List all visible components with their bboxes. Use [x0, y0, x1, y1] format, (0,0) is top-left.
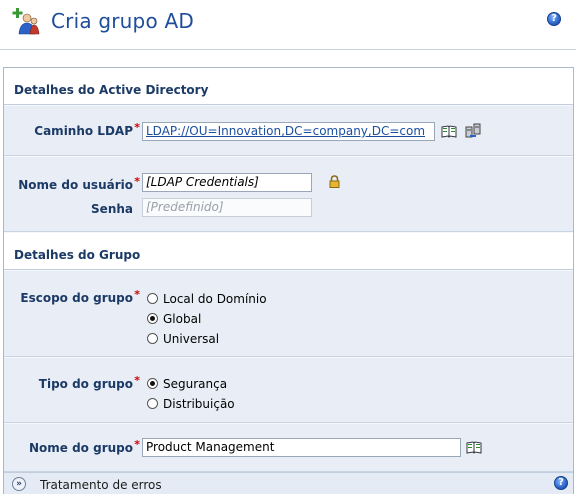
section-title: Detalhes do Grupo	[14, 248, 141, 262]
radio-button-checked[interactable]	[147, 378, 158, 389]
scope-option-universal[interactable]: Universal	[147, 331, 219, 347]
group-name-field[interactable]: Product Management	[142, 438, 461, 457]
page-title: Cria grupo AD	[51, 9, 194, 33]
radio-button[interactable]	[147, 293, 158, 304]
radio-button[interactable]	[147, 333, 158, 344]
help-icon[interactable]: ?	[547, 12, 561, 26]
group-add-icon	[12, 8, 40, 35]
server-icon[interactable]	[465, 123, 481, 138]
book-icon[interactable]	[441, 125, 457, 138]
lock-icon[interactable]	[329, 175, 340, 188]
password-field[interactable]: [Predefinido]	[142, 198, 312, 217]
book-icon[interactable]	[466, 441, 482, 454]
username-label: Nome do usuário *	[18, 175, 140, 192]
error-handling-label[interactable]: Tratamento de erros	[40, 478, 162, 492]
ldap-path-row: Caminho LDAP * LDAP://OU=Innovation,DC=co…	[4, 106, 573, 156]
group-type-label: Tipo do grupo *	[38, 374, 140, 391]
ldap-path-label: Caminho LDAP *	[34, 121, 140, 138]
error-handling-bar[interactable]: » Tratamento de erros ?	[4, 472, 573, 494]
form-frame: Detalhes do Active Directory Caminho LDA…	[3, 67, 574, 494]
password-label: Senha	[91, 202, 133, 216]
expand-chevron-icon[interactable]: »	[12, 477, 26, 491]
help-icon[interactable]: ?	[554, 476, 568, 490]
section-header-ad-details: Detalhes do Active Directory	[4, 68, 573, 105]
type-option-distribution[interactable]: Distribuição	[147, 396, 235, 412]
credentials-row: Nome do usuário * [LDAP Credentials] Senh…	[4, 157, 573, 232]
group-name-row: Nome do grupo * Product Management	[4, 424, 573, 472]
radio-button-checked[interactable]	[147, 313, 158, 324]
type-option-security[interactable]: Segurança	[147, 376, 227, 392]
section-title: Detalhes do Active Directory	[14, 83, 209, 97]
group-scope-label: Escopo do grupo *	[20, 288, 140, 305]
scope-option-global[interactable]: Global	[147, 311, 201, 327]
radio-button[interactable]	[147, 398, 158, 409]
group-scope-row: Escopo do grupo * Local do Domínio Global…	[4, 271, 573, 357]
ldap-path-field[interactable]: LDAP://OU=Innovation,DC=company,DC=com	[142, 122, 435, 141]
page-header: Cria grupo AD ?	[0, 0, 576, 50]
scope-option-domain-local[interactable]: Local do Domínio	[147, 291, 267, 307]
group-name-label: Nome do grupo *	[28, 438, 140, 455]
group-type-row: Tipo do grupo * Segurança Distribuição	[4, 358, 573, 423]
section-header-group-details: Detalhes do Grupo	[4, 233, 573, 270]
username-field[interactable]: [LDAP Credentials]	[142, 173, 312, 192]
